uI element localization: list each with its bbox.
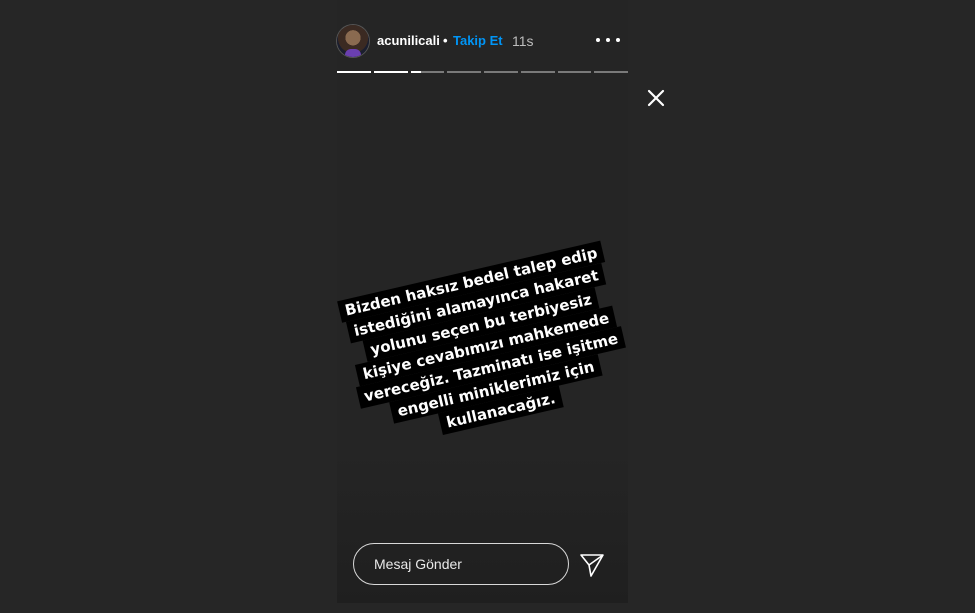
progress-segment <box>337 71 371 73</box>
progress-segment <box>484 71 518 73</box>
username-link[interactable]: acunilicali <box>377 33 440 48</box>
story-progress-bar <box>337 71 628 74</box>
progress-segment <box>520 71 555 73</box>
progress-segment <box>594 71 628 73</box>
timestamp: 11s <box>512 33 534 49</box>
progress-segment-fill <box>410 71 421 73</box>
progress-segment-fill <box>337 71 371 73</box>
avatar[interactable] <box>337 25 369 57</box>
follow-button[interactable]: Takip Et <box>453 33 503 48</box>
progress-segment-fill <box>373 71 408 73</box>
progress-segment <box>373 71 408 73</box>
progress-segment <box>410 71 445 73</box>
progress-segment <box>557 71 592 73</box>
message-input[interactable] <box>353 543 569 585</box>
close-icon[interactable] <box>644 86 668 110</box>
story-header: acunilicali • Takip Et 11s <box>337 22 628 58</box>
progress-segment <box>447 71 481 73</box>
send-icon[interactable] <box>578 551 606 579</box>
separator-dot: • <box>443 33 448 48</box>
more-options-icon[interactable] <box>596 32 620 48</box>
